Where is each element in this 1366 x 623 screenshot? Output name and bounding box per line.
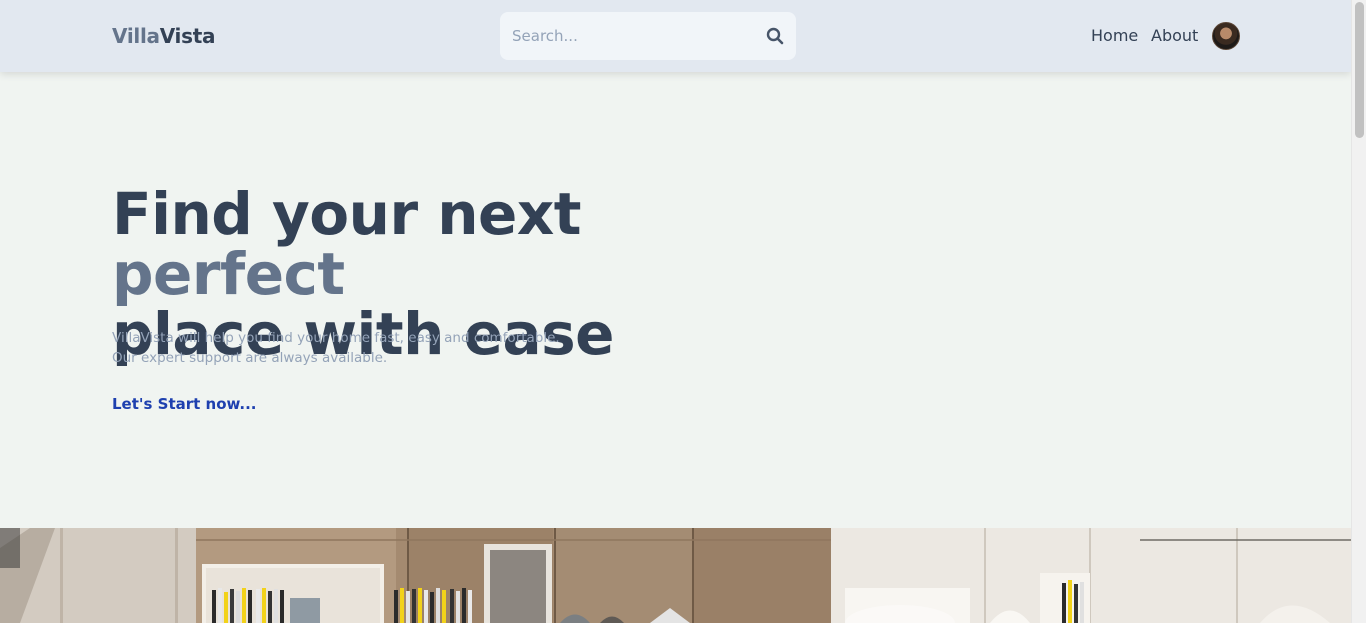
- avatar[interactable]: [1212, 22, 1240, 50]
- logo-part-vista: Vista: [159, 24, 216, 48]
- nav-about-link[interactable]: About: [1151, 26, 1198, 45]
- logo[interactable]: VillaVista: [112, 24, 215, 48]
- hero-title-start: Find your next: [112, 180, 582, 248]
- hero-room-image: [0, 528, 1351, 623]
- site-header: VillaVista Home About: [0, 0, 1351, 72]
- cta-start-link[interactable]: Let's Start now...: [112, 395, 257, 413]
- search-box: [500, 12, 796, 60]
- nav-home-link[interactable]: Home: [1091, 26, 1138, 45]
- search-input[interactable]: [500, 12, 750, 60]
- page: VillaVista Home About Find your next per…: [0, 0, 1351, 623]
- logo-part-villa: Villa: [112, 24, 160, 48]
- hero-subtitle: VillaVista will help you find your home …: [112, 328, 560, 368]
- scrollbar-thumb[interactable]: [1355, 2, 1364, 138]
- page-scrollbar[interactable]: [1351, 0, 1366, 623]
- hero-subtitle-line2: Our expert support are always available.: [112, 350, 388, 366]
- hero-title-accent: perfect: [112, 240, 345, 308]
- search-icon[interactable]: [766, 27, 784, 45]
- hero-subtitle-line1: VillaVista will help you find your home …: [112, 330, 560, 346]
